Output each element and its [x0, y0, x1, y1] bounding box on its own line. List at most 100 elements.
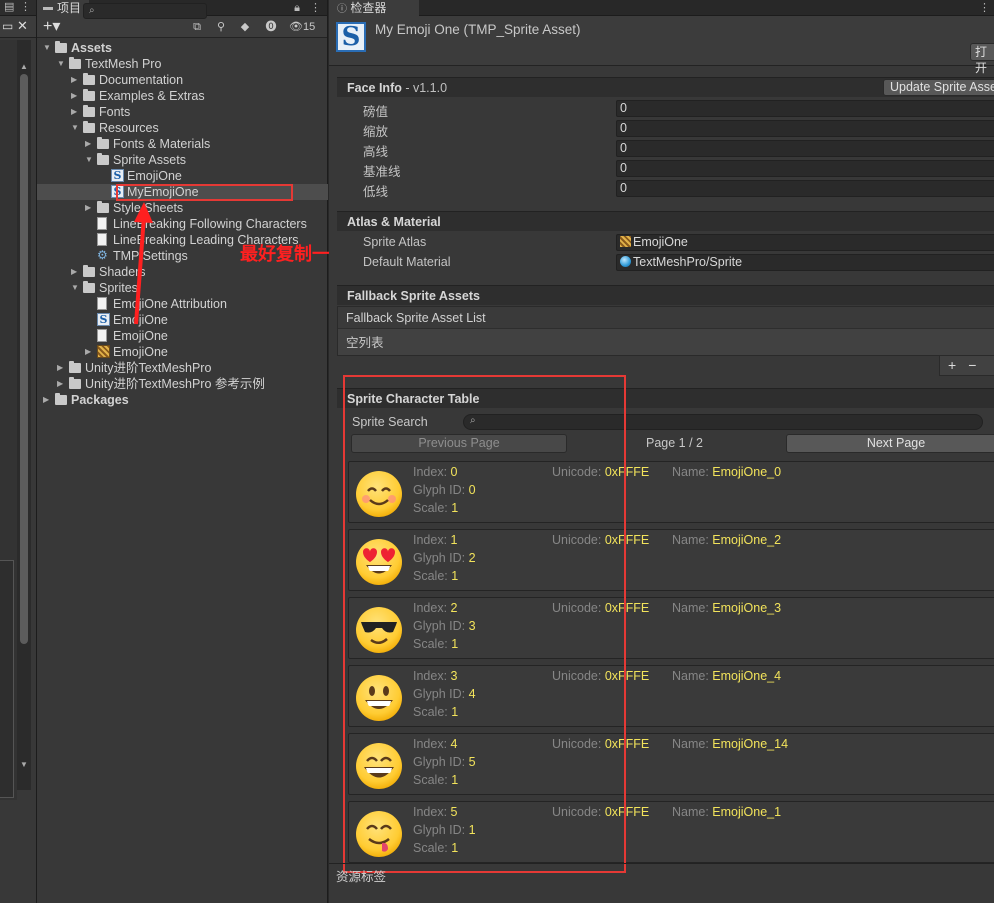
tree-item[interactable]: ▶ Fonts	[37, 104, 328, 120]
open-button[interactable]: 打开	[970, 43, 994, 75]
tree-item[interactable]: S EmojiOne	[37, 168, 328, 184]
fallback-header[interactable]: Fallback Sprite Assets	[337, 285, 994, 305]
sprite-atlas-field[interactable]: EmojiOne	[616, 234, 994, 251]
sprite-character-card[interactable]: Index: 4 Unicode: 0xFFFE Name: EmojiOne_14…	[348, 733, 994, 795]
more-options-icon[interactable]: ⋮	[20, 0, 31, 13]
tree-item[interactable]: ▼ Sprite Assets	[37, 152, 328, 168]
sprite-character-card[interactable]: Index: 1 Unicode: 0xFFFE Name: EmojiOne_2 G…	[348, 529, 994, 591]
glyph-id-value: 4	[468, 687, 476, 701]
tree-item[interactable]: ▶ Unity进阶TextMeshPro	[37, 360, 328, 376]
next-page-button[interactable]: Next Page	[786, 434, 994, 453]
fallback-title: Fallback Sprite Assets	[347, 289, 480, 303]
create-dropdown-button[interactable]: +▾	[43, 18, 71, 35]
tree-item[interactable]: ▶ Documentation	[37, 72, 328, 88]
unicode-value: 0xFFFE	[604, 805, 650, 819]
tree-item[interactable]: ▶ Style Sheets	[37, 200, 328, 216]
left-panel-scrollbar[interactable]: ▲ ▼	[17, 40, 31, 790]
sprite-atlas-label: Sprite Atlas	[363, 235, 427, 249]
tree-item[interactable]: ▶ Examples & Extras	[37, 88, 328, 104]
chevron-right-icon[interactable]: ▶	[43, 392, 53, 408]
chevron-right-icon[interactable]: ▶	[71, 88, 81, 104]
update-sprite-asset-button[interactable]: Update Sprite Asset	[883, 79, 994, 96]
smile-blush-emoji-icon	[355, 470, 403, 518]
chevron-right-icon[interactable]: ▶	[71, 264, 81, 280]
number-field[interactable]: 0	[616, 100, 994, 117]
scene-tab-icon[interactable]: ▤	[4, 0, 14, 13]
more-options-icon[interactable]: ⋮	[310, 0, 321, 16]
chevron-down-icon[interactable]: ▼	[71, 120, 81, 136]
default-material-field[interactable]: TextMeshPro/Sprite	[616, 254, 994, 271]
heart-eyes-emoji-icon	[355, 538, 403, 586]
sprite-character-card[interactable]: Index: 2 Unicode: 0xFFFE Name: EmojiOne_3 G…	[348, 597, 994, 659]
sprite-character-card[interactable]: Index: 5 Unicode: 0xFFFE Name: EmojiOne_1 G…	[348, 801, 994, 863]
face-info-field-row: 基准线 0	[337, 159, 994, 179]
tree-item[interactable]: ▶ EmojiOne	[37, 344, 328, 360]
sprite-info-line-1: Index: 4 Unicode: 0xFFFE Name: EmojiOne_14	[413, 737, 788, 751]
warning-filter-icon[interactable]: ⓿	[263, 19, 279, 35]
face-info-header[interactable]: Face Info - v1.1.0 Update Sprite Asset	[337, 77, 994, 97]
filter-by-type-icon[interactable]: ⚲	[213, 19, 229, 35]
chevron-right-icon[interactable]: ▶	[57, 360, 67, 376]
tree-item[interactable]: ▶ Packages	[37, 392, 328, 408]
tree-item[interactable]: EmojiOne Attribution	[37, 296, 328, 312]
chevron-down-icon[interactable]: ▼	[43, 40, 53, 56]
tree-item[interactable]: ▼ Assets	[37, 40, 328, 56]
tree-item[interactable]: EmojiOne	[37, 328, 328, 344]
name-value: EmojiOne_3	[712, 601, 782, 615]
unicode-label: Unicode:	[552, 805, 605, 819]
more-options-icon[interactable]: ⋮	[979, 0, 990, 16]
lock-icon[interactable]: 🔒︎	[294, 0, 300, 16]
tree-item[interactable]: ▶ Unity进阶TextMeshPro 参考示例	[37, 376, 328, 392]
tab-project[interactable]: ▬ 项目	[37, 0, 90, 16]
scale-value: 1	[451, 773, 459, 787]
chevron-down-icon[interactable]: ▼	[57, 56, 67, 72]
info-icon: ⓘ	[337, 4, 347, 15]
atlas-material-header[interactable]: Atlas & Material	[337, 211, 994, 231]
add-item-button[interactable]: +	[948, 357, 968, 373]
tree-item[interactable]: ▶ Fonts & Materials	[37, 136, 328, 152]
chevron-right-icon[interactable]: ▶	[57, 376, 67, 392]
tree-item[interactable]: LineBreaking Following Characters	[37, 216, 328, 232]
project-search-input[interactable]: ⌕	[83, 3, 207, 19]
sprite-search-input[interactable]: ⌕	[463, 414, 983, 430]
sprite-character-card[interactable]: Index: 3 Unicode: 0xFFFE Name: EmojiOne_4 G…	[348, 665, 994, 727]
unicode-value: 0xFFFE	[604, 669, 650, 683]
chevron-down-icon[interactable]: ▼	[85, 152, 95, 168]
filter-by-label-icon[interactable]: ◆	[237, 19, 253, 35]
sprite-character-card[interactable]: Index: 0 Unicode: 0xFFFE Name: EmojiOne_0 G…	[348, 461, 994, 523]
sprite-info-line-2: Glyph ID: 4	[413, 687, 476, 701]
fallback-list-header[interactable]: Fallback Sprite Asset List	[338, 307, 994, 329]
number-field[interactable]: 0	[616, 180, 994, 197]
search-icon: ⌕	[470, 415, 476, 426]
chevron-right-icon[interactable]: ▶	[85, 200, 95, 216]
scrollbar-thumb[interactable]	[20, 74, 28, 644]
chevron-right-icon[interactable]: ▶	[71, 104, 81, 120]
tree-item[interactable]: ▶ Shaders	[37, 264, 328, 280]
previous-page-button[interactable]: Previous Page	[351, 434, 567, 453]
scroll-up-icon[interactable]: ▲	[20, 62, 28, 71]
remove-item-button[interactable]: −	[968, 357, 988, 373]
number-field[interactable]: 0	[616, 120, 994, 137]
tab-inspector[interactable]: ⓘ 检查器	[329, 0, 419, 16]
chevron-right-icon[interactable]: ▶	[85, 136, 95, 152]
chevron-right-icon[interactable]: ▶	[85, 344, 95, 360]
search-by-type-icon[interactable]: ⧉	[189, 19, 205, 35]
chevron-down-icon[interactable]: ▼	[71, 280, 81, 296]
sprite-table-header[interactable]: Sprite Character Table	[337, 388, 994, 408]
folder-icon	[97, 137, 109, 149]
number-field[interactable]: 0	[616, 140, 994, 157]
tree-item[interactable]: ▼ Resources	[37, 120, 328, 136]
visibility-toggle[interactable]: 👁︎15	[289, 19, 327, 35]
window-icon[interactable]: ▭	[2, 19, 13, 33]
chevron-right-icon[interactable]: ▶	[71, 72, 81, 88]
glyph-id-label: Glyph ID:	[413, 823, 469, 837]
scroll-down-icon[interactable]: ▼	[20, 760, 28, 769]
tree-item[interactable]: ▼ TextMesh Pro	[37, 56, 328, 72]
number-field[interactable]: 0	[616, 160, 994, 177]
tree-item[interactable]: S EmojiOne	[37, 312, 328, 328]
close-icon[interactable]: ✕	[17, 18, 28, 34]
glyph-id-label: Glyph ID:	[413, 619, 469, 633]
tree-item[interactable]: ▼ Sprites	[37, 280, 328, 296]
sprite-info-line-3: Scale: 1	[413, 501, 458, 515]
asset-labels-footer[interactable]: 资源标签	[336, 866, 386, 885]
